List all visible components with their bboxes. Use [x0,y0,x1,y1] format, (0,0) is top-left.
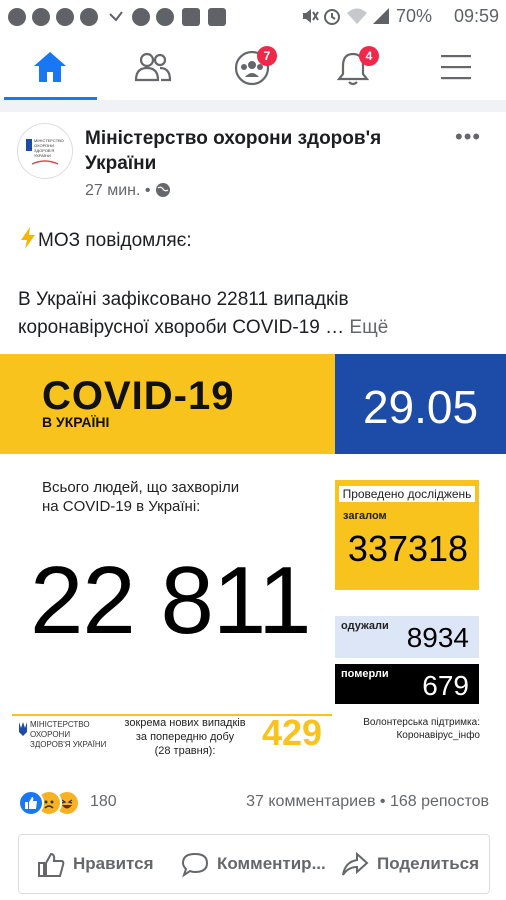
recovered-value: 8934 [406,622,469,653]
header-band: COVID-19 В УКРАЇНІ [0,354,335,454]
deaths-box: померли 679 [335,664,479,704]
new-label-line1: зокрема нових випадків [124,717,246,729]
facebook-icon [8,8,26,26]
messenger-icon [132,8,150,26]
post-time: 27 мин. [85,182,141,199]
recovered-label: одужали [341,620,389,632]
meta-separator: • [144,182,155,199]
post-timestamp[interactable]: 27 мин. • [85,182,171,200]
volunteer-line1: Волонтерська підтримка: [363,717,480,728]
like-label: Нравится [73,854,154,873]
deaths-label: померли [341,668,389,680]
tests-title: Проведено досліджень [339,486,475,502]
total-label: Всього людей, що захворіли на COVID-19 в… [42,478,282,516]
total-cases: 22 811 [30,547,311,654]
new-cases-label: зокрема нових випадків за попередню добу… [110,716,260,758]
thumbs-up-icon [38,852,65,877]
feed-divider [0,100,506,112]
post-text-line1: МОЗ повідомляє: [18,226,192,256]
infographic-title: COVID-19 [42,374,235,418]
mute-icon [300,6,320,31]
notifications-badge: 4 [359,46,379,66]
flipboard-icon [208,8,226,26]
infographic-date: 29.05 [362,381,479,433]
comment-button[interactable]: Комментир... [181,835,326,893]
tab-menu[interactable] [405,34,505,100]
status-bar: 70% 09:59 [0,0,506,34]
share-button[interactable]: Поделиться [341,835,479,893]
post-options-button[interactable]: ••• [455,124,481,150]
new-label-line2: за попередню добу [135,731,235,743]
page-name-link[interactable]: Міністерство охорони здоров'я України [85,126,425,176]
footer-ministry: МІНІСТЕРСТВО ОХОРОНИ ЗДОРОВ'Я УКРАЇНИ [30,720,107,749]
infographic-subtitle: В УКРАЇНІ [42,414,110,430]
total-label-line2: на COVID-19 в Україні: [42,498,201,515]
like-button[interactable]: Нравится [37,835,154,893]
lightning-icon [21,227,35,249]
friends-icon [134,52,172,82]
menu-icon [441,55,471,80]
trident-icon [19,722,27,736]
share-icon [342,851,369,876]
groups-badge: 7 [257,46,277,66]
clock: 09:59 [454,6,500,26]
alarm-icon [322,6,342,31]
recovered-box: одужали 8934 [335,616,479,658]
reaction-count[interactable]: 180 [90,793,117,811]
page-avatar[interactable]: МІНІСТЕРСТВО ОХОРОНИ ЗДОРОВ'Я УКРАЇНИ [17,123,73,179]
share-label: Поделиться [377,854,480,873]
date-band: 29.05 [335,354,506,454]
ministry-logo-icon: МІНІСТЕРСТВО ОХОРОНИ ЗДОРОВ'Я УКРАЇНИ [26,138,64,165]
total-label-line1: Всього людей, що захворіли [42,479,240,496]
tab-friends[interactable] [102,34,202,100]
infographic-footer: МІНІСТЕРСТВО ОХОРОНИ ЗДОРОВ'Я УКРАЇНИ зо… [0,704,506,766]
volunteer-line2: Коронавірус_інфо [396,730,480,741]
tab-home[interactable] [0,34,100,100]
messenger-icon [56,8,74,26]
top-nav: 7 4 [0,34,506,101]
post-actions: Нравится Комментир... Поделиться [18,834,490,894]
image-icon [182,8,200,26]
facebook-icon [32,8,50,26]
tab-groups[interactable]: 7 [203,34,303,100]
tests-box: Проведено досліджень загалом 337318 [335,480,479,590]
volunteer-credit: Волонтерська підтримка: Коронавірус_інфо [340,716,480,742]
deaths-value: 679 [422,670,469,701]
post-image[interactable]: COVID-19 В УКРАЇНІ 29.05 Всього людей, щ… [0,354,506,766]
comment-label: Комментир... [217,854,326,873]
post-text-line2: В Україні зафіксовано 22811 випадків [18,289,349,310]
tab-notifications[interactable]: 4 [304,34,404,100]
battery-level: 70% [396,6,433,26]
signal-icon [372,6,390,31]
svg-text:УКРАЇНИ: УКРАЇНИ [34,153,51,158]
post-text-line3: коронавірусної хвороби COVID-19 … Ещё [18,313,388,343]
viber-icon [156,8,174,26]
like-reaction-icon [18,790,44,816]
new-label-line3: (28 травня): [154,745,216,757]
tests-value: 337318 [347,528,469,569]
globe-icon [155,183,170,197]
comments-shares-count[interactable]: 37 комментариев • 168 репостов [246,793,489,811]
post-body-truncated: коронавірусної хвороби COVID-19 … [18,317,345,338]
comment-icon [181,852,209,877]
tests-subtitle: загалом [343,510,387,522]
home-icon [34,52,66,82]
post-intro: МОЗ повідомляє: [38,230,192,251]
wifi-icon [346,6,368,31]
missed-call-icon [108,8,126,26]
new-cases-value: 429 [262,712,323,753]
search-app-icon [80,8,98,26]
see-more-link[interactable]: Ещё [349,317,388,338]
